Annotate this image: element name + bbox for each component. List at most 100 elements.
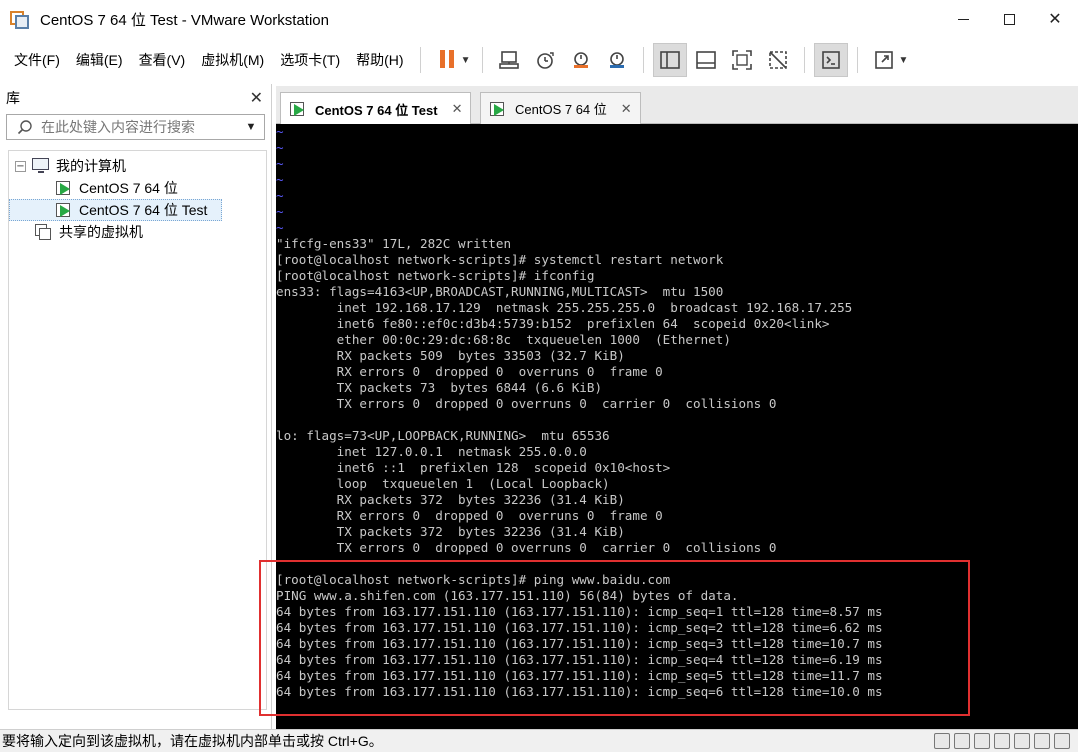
library-view-button[interactable]: [653, 43, 688, 77]
revert-snapshot-icon: [574, 52, 589, 68]
snapshot-manager-icon: [610, 52, 625, 68]
window-title: CentOS 7 64 位 Test - VMware Workstation: [40, 11, 329, 29]
terminal-tilde-line: ~: [276, 124, 284, 139]
terminal-line: [root@localhost network-scripts]# system…: [276, 252, 724, 267]
cd-drive-icon[interactable]: [954, 733, 970, 749]
toolbar-separator: [419, 47, 421, 73]
terminal-tilde-line: ~: [276, 140, 284, 155]
terminal-line: TX packets 372 bytes 32236 (31.4 KiB): [276, 524, 625, 539]
console-view-button[interactable]: [814, 43, 849, 77]
terminal-line: RX packets 509 bytes 33503 (32.7 KiB): [276, 348, 625, 363]
tab-centos[interactable]: CentOS 7 64 位 ✕: [480, 92, 641, 124]
search-icon: [17, 120, 32, 135]
tree-item-vm-selected[interactable]: CentOS 7 64 位 Test: [9, 199, 222, 221]
printer-icon[interactable]: [1034, 733, 1050, 749]
terminal-output: ~ ~ ~ ~ ~ ~ ~ "ifcfg-ens33" 17L, 282C written [r…: [276, 124, 1078, 700]
menu-edit[interactable]: 编辑(E): [68, 50, 131, 70]
sound-card-icon[interactable]: [1014, 733, 1030, 749]
vm-icon: [55, 202, 73, 218]
send-keys-icon: [499, 51, 520, 69]
close-button[interactable]: ✕: [1032, 0, 1078, 38]
terminal-line: loop txqueuelen 1 (Local Loopback): [276, 476, 610, 491]
vm-icon: [289, 101, 307, 117]
terminal-line: 64 bytes from 163.177.151.110 (163.177.1…: [276, 636, 883, 651]
search-dropdown-icon[interactable]: ▼: [238, 121, 264, 133]
tab-label: CentOS 7 64 位: [515, 102, 607, 117]
vm-console[interactable]: ~ ~ ~ ~ ~ ~ ~ "ifcfg-ens33" 17L, 282C written [r…: [276, 124, 1078, 729]
terminal-line: lo: flags=73<UP,LOOPBACK,RUNNING> mtu 65…: [276, 428, 610, 443]
terminal-line: inet 192.168.17.129 netmask 255.255.255.…: [276, 300, 853, 315]
library-view-icon: [660, 51, 681, 69]
toolbar-separator: [804, 47, 806, 73]
thumbnail-view-button[interactable]: [689, 43, 723, 77]
terminal-line: 64 bytes from 163.177.151.110 (163.177.1…: [276, 604, 883, 619]
terminal-line: "ifcfg-ens33" 17L, 282C written: [276, 236, 512, 251]
send-ctrl-alt-del-button[interactable]: [492, 43, 526, 77]
menu-vm[interactable]: 虚拟机(M): [193, 50, 272, 70]
status-bar: 要将输入定向到该虚拟机，请在虚拟机内部单击或按 Ctrl+G。: [0, 729, 1078, 752]
tab-close-icon[interactable]: ✕: [452, 101, 463, 117]
stretch-guest-button[interactable]: [867, 43, 901, 77]
snapshot-manager-button[interactable]: [600, 43, 634, 77]
terminal-line: 64 bytes from 163.177.151.110 (163.177.1…: [276, 684, 883, 699]
tree-item-my-computer[interactable]: − 我的计算机: [9, 155, 266, 177]
library-close-icon[interactable]: ✕: [250, 88, 263, 108]
library-search-input[interactable]: [41, 119, 238, 135]
terminal-line: inet 127.0.0.1 netmask 255.0.0.0: [276, 444, 587, 459]
menu-view[interactable]: 查看(V): [131, 50, 194, 70]
library-panel: 库 ✕ ▼ − 我的计算机 CentOS 7 64 位 CentOS 7 64 …: [0, 84, 272, 729]
pause-dropdown-icon[interactable]: ▼: [461, 55, 471, 66]
toolbar-separator: [857, 47, 859, 73]
terminal-line: [root@localhost network-scripts]# ifconf…: [276, 268, 595, 283]
tab-close-icon[interactable]: ✕: [621, 101, 632, 117]
tree-item-label: 共享的虚拟机: [59, 224, 143, 240]
minimize-button[interactable]: [940, 0, 986, 38]
unity-button[interactable]: [761, 43, 795, 77]
take-snapshot-button[interactable]: [528, 43, 562, 77]
display-icon[interactable]: [1054, 733, 1070, 749]
menu-file[interactable]: 文件(F): [0, 50, 68, 70]
minimize-icon: [957, 18, 969, 20]
terminal-line: inet6 fe80::ef0c:d3b4:5739:b152 prefixle…: [276, 316, 830, 331]
menu-help[interactable]: 帮助(H): [348, 50, 411, 70]
tree-item-shared-vms[interactable]: 共享的虚拟机: [9, 221, 266, 243]
revert-snapshot-button[interactable]: [564, 43, 598, 77]
terminal-line: RX errors 0 dropped 0 overruns 0 frame 0: [276, 364, 663, 379]
snapshot-icon: [537, 52, 555, 69]
thumbnail-view-icon: [696, 51, 717, 69]
terminal-line: ens33: flags=4163<UP,BROADCAST,RUNNING,M…: [276, 284, 724, 299]
close-icon: ✕: [1048, 11, 1062, 28]
terminal-line: PING www.a.shifen.com (163.177.151.110) …: [276, 588, 739, 603]
terminal-tilde-line: ~: [276, 156, 284, 171]
collapse-icon[interactable]: −: [15, 160, 26, 172]
menu-tabs[interactable]: 选项卡(T): [272, 50, 348, 70]
terminal-line: TX errors 0 dropped 0 overruns 0 carrier…: [276, 396, 777, 411]
network-adapter-icon[interactable]: [974, 733, 990, 749]
pause-icon: [438, 49, 456, 71]
hard-disk-icon[interactable]: [934, 733, 950, 749]
device-status-icons: [934, 733, 1070, 749]
tab-centos-test[interactable]: CentOS 7 64 位 Test ✕: [280, 92, 472, 125]
maximize-icon: [1003, 13, 1015, 25]
library-search-box[interactable]: ▼: [6, 114, 265, 140]
console-view-icon: [822, 51, 841, 69]
menu-toolbar-bar: 文件(F) 编辑(E) 查看(V) 虚拟机(M) 选项卡(T) 帮助(H) ▼ …: [0, 38, 1078, 82]
stretch-dropdown-icon[interactable]: ▼: [898, 55, 908, 66]
usb-controller-icon[interactable]: [994, 733, 1010, 749]
vm-icon: [55, 180, 73, 196]
stretch-icon: [875, 51, 894, 69]
maximize-button[interactable]: [986, 0, 1032, 38]
vm-tab-strip: CentOS 7 64 位 Test ✕ CentOS 7 64 位 ✕: [276, 86, 1078, 125]
tab-label: CentOS 7 64 位 Test: [315, 102, 438, 118]
window-controls: ✕: [940, 0, 1078, 38]
fullscreen-button[interactable]: [725, 43, 759, 77]
tree-item-vm[interactable]: CentOS 7 64 位: [9, 177, 266, 199]
pause-button[interactable]: [430, 43, 464, 77]
tree-item-label: CentOS 7 64 位 Test: [79, 202, 208, 218]
terminal-tilde-line: ~: [276, 172, 284, 187]
terminal-line: inet6 ::1 prefixlen 128 scopeid 0x10<hos…: [276, 460, 671, 475]
terminal-line: TX errors 0 dropped 0 overruns 0 carrier…: [276, 540, 777, 555]
library-tree: − 我的计算机 CentOS 7 64 位 CentOS 7 64 位 Test…: [8, 150, 267, 710]
terminal-tilde-line: ~: [276, 220, 284, 235]
